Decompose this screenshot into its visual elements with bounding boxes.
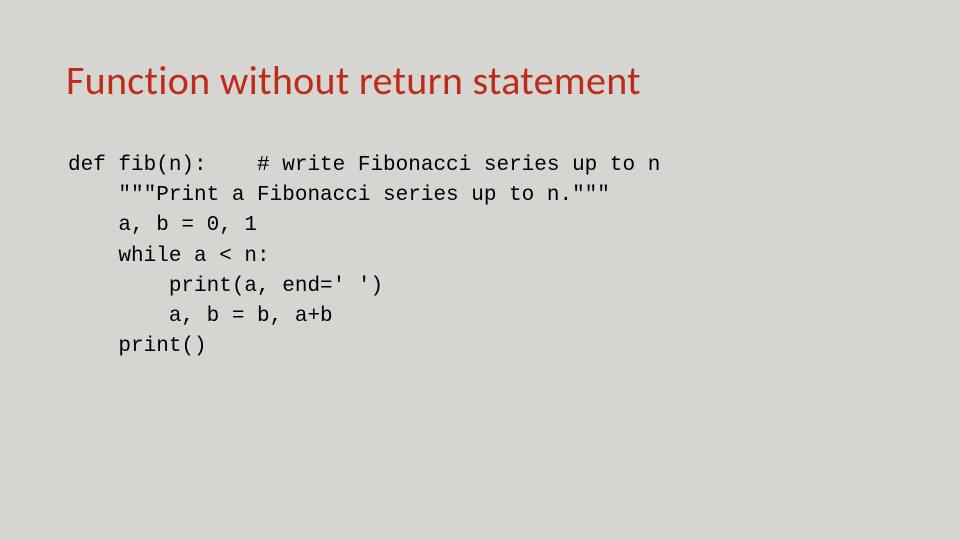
code-line-2: """Print a Fibonacci series up to n."""	[68, 184, 610, 207]
code-line-7: print()	[68, 335, 207, 358]
slide-title: Function without return statement	[66, 56, 960, 105]
code-block: def fib(n): # write Fibonacci series up …	[68, 151, 960, 363]
code-line-4: while a < n:	[68, 245, 270, 268]
code-line-3: a, b = 0, 1	[68, 214, 257, 237]
code-line-1: def fib(n): # write Fibonacci series up …	[68, 154, 660, 177]
code-line-6: a, b = b, a+b	[68, 305, 333, 328]
code-line-5: print(a, end=' ')	[68, 275, 383, 298]
slide: Function without return statement def fi…	[0, 0, 960, 540]
